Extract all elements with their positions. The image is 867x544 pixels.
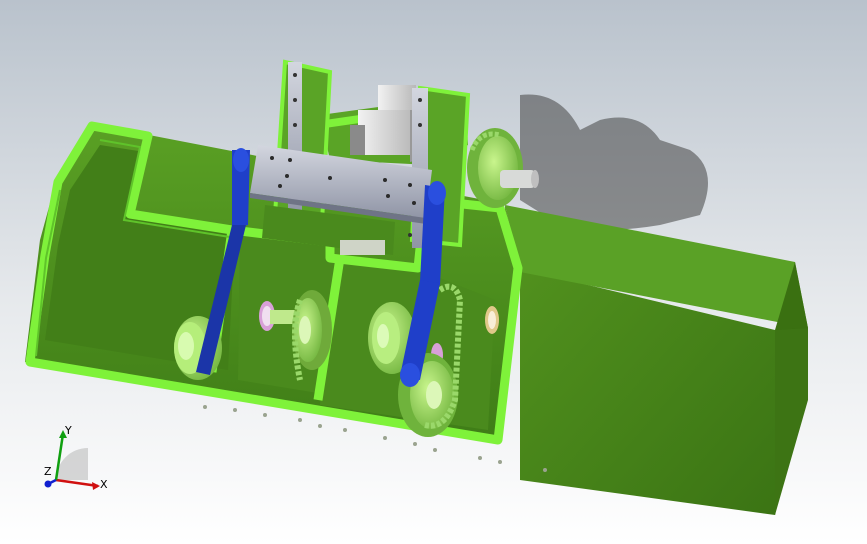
triad-z-label: Z (44, 465, 52, 478)
cad-viewport[interactable] (0, 0, 867, 544)
triad-y-label: Y (64, 424, 72, 437)
view-triad-icon[interactable]: Y X Z (38, 420, 108, 500)
motor[interactable] (350, 85, 418, 162)
triad-x-label: X (100, 478, 108, 491)
model-shadow (520, 94, 708, 230)
